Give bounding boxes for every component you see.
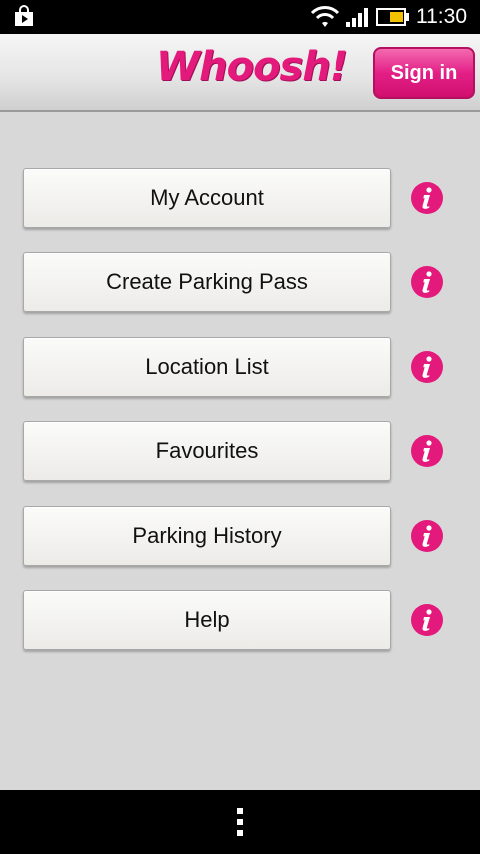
app-header: Whoosh! Sign in bbox=[0, 34, 480, 112]
battery-icon bbox=[376, 8, 409, 26]
info-icon[interactable] bbox=[410, 434, 444, 468]
my-account-button[interactable]: My Account bbox=[23, 168, 391, 228]
menu-row-help: Help bbox=[0, 590, 480, 652]
whoosh-logo: Whoosh! bbox=[156, 44, 348, 90]
overflow-menu-icon[interactable] bbox=[232, 806, 248, 838]
favourites-button[interactable]: Favourites bbox=[23, 421, 391, 481]
menu-row-favourites: Favourites bbox=[0, 421, 480, 483]
menu-row-location-list: Location List bbox=[0, 337, 480, 399]
sign-in-button[interactable]: Sign in bbox=[373, 47, 475, 99]
info-icon[interactable] bbox=[410, 603, 444, 637]
wifi-icon bbox=[310, 6, 340, 27]
signal-icon bbox=[346, 8, 368, 27]
navigation-bar bbox=[0, 790, 480, 854]
menu-row-my-account: My Account bbox=[0, 168, 480, 230]
help-button[interactable]: Help bbox=[23, 590, 391, 650]
menu-row-create-parking-pass: Create Parking Pass bbox=[0, 252, 480, 314]
status-clock: 11:30 bbox=[416, 5, 467, 28]
info-icon[interactable] bbox=[410, 265, 444, 299]
play-store-icon bbox=[15, 5, 33, 26]
info-icon[interactable] bbox=[410, 181, 444, 215]
parking-history-button[interactable]: Parking History bbox=[23, 506, 391, 566]
info-icon[interactable] bbox=[410, 519, 444, 553]
status-bar: 11:30 bbox=[0, 0, 480, 34]
info-icon[interactable] bbox=[410, 350, 444, 384]
location-list-button[interactable]: Location List bbox=[23, 337, 391, 397]
menu-row-parking-history: Parking History bbox=[0, 506, 480, 568]
create-parking-pass-button[interactable]: Create Parking Pass bbox=[23, 252, 391, 312]
